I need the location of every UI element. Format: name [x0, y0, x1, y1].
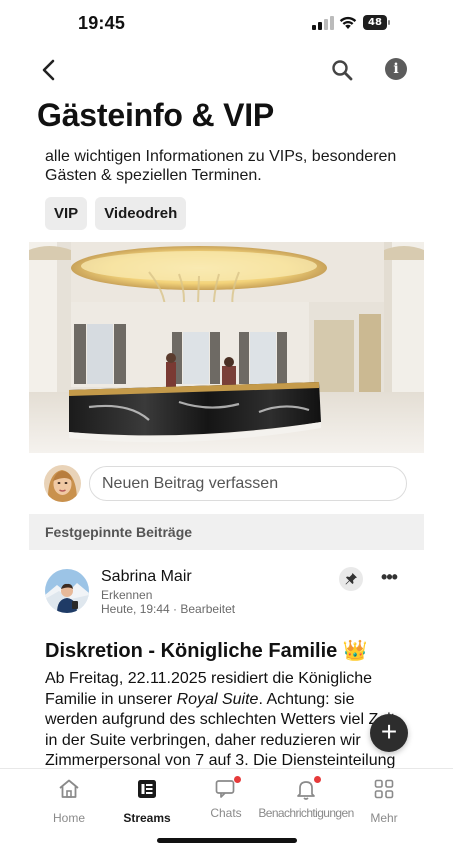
tab-more-label: Mehr — [370, 811, 398, 825]
status-bar: 19:45 48 — [0, 0, 453, 48]
post-header: Sabrina Mair Erkennen Heute, 19:44 · Bea… — [45, 567, 410, 618]
post-body-emphasis: Royal Suite — [176, 690, 259, 708]
tag-videodreh[interactable]: Videodreh — [95, 197, 187, 230]
create-post-button[interactable]: + — [370, 714, 408, 752]
search-icon[interactable] — [330, 58, 354, 82]
author-avatar[interactable] — [45, 569, 89, 613]
new-post-composer: Neuen Beitrag verfassen — [44, 465, 410, 502]
tab-chats[interactable]: Chats — [205, 775, 247, 820]
tab-notifications[interactable]: Benachrichtigungen — [258, 775, 354, 820]
tag-vip[interactable]: VIP — [45, 197, 88, 230]
page-title: Gästeinfo & VIP — [37, 97, 275, 133]
cellular-signal-icon — [312, 16, 334, 30]
tag-list: VIP Videodreh — [45, 197, 187, 230]
bottom-tab-bar: Home Streams Chats Benachrichtigungen Me… — [0, 768, 453, 828]
battery-icon: 48 — [363, 15, 391, 30]
plus-icon: + — [380, 716, 398, 747]
tab-home[interactable]: Home — [47, 777, 91, 825]
info-icon[interactable]: i — [385, 58, 407, 80]
home-indicator[interactable] — [157, 838, 297, 843]
grid-icon — [374, 779, 394, 799]
back-chevron-icon[interactable] — [38, 57, 60, 83]
battery-level: 48 — [368, 17, 382, 28]
wifi-icon — [339, 16, 357, 29]
chats-badge — [233, 775, 242, 784]
notifications-badge — [313, 775, 322, 784]
chat-icon-wrap — [214, 775, 242, 801]
pin-button[interactable] — [339, 567, 363, 591]
pinned-posts-label: Festgepinnte Beiträge — [45, 524, 193, 540]
top-nav: i — [0, 54, 453, 86]
tab-streams[interactable]: Streams — [118, 777, 176, 825]
author-name[interactable]: Sabrina Mair — [101, 568, 192, 586]
pinned-posts-header: Festgepinnte Beiträge — [29, 514, 424, 550]
streams-icon — [138, 780, 156, 798]
post-body: Ab Freitag, 22.11.2025 residiert die Kön… — [45, 669, 407, 768]
home-icon — [59, 779, 79, 798]
more-options-icon[interactable]: ••• — [378, 568, 400, 590]
new-post-input[interactable]: Neuen Beitrag verfassen — [89, 466, 407, 501]
post-timestamp: Heute, 19:44 · Bearbeitet — [101, 602, 236, 616]
tab-notifications-label: Benachrichtigungen — [258, 806, 354, 820]
stream-description: alle wichtigen Informationen zu VIPs, be… — [45, 148, 397, 184]
bell-icon-wrap — [294, 775, 322, 801]
author-role: Erkennen — [101, 588, 153, 602]
tab-more[interactable]: Mehr — [366, 777, 402, 825]
cover-image — [29, 242, 424, 453]
tab-chats-label: Chats — [210, 806, 242, 820]
post-title: Diskretion - Königliche Familie 👑 — [45, 640, 368, 662]
tab-home-label: Home — [52, 811, 85, 825]
status-time: 19:45 — [78, 13, 126, 33]
avatar[interactable] — [44, 465, 81, 502]
tab-streams-label: Streams — [123, 811, 171, 825]
pin-icon — [345, 573, 357, 585]
